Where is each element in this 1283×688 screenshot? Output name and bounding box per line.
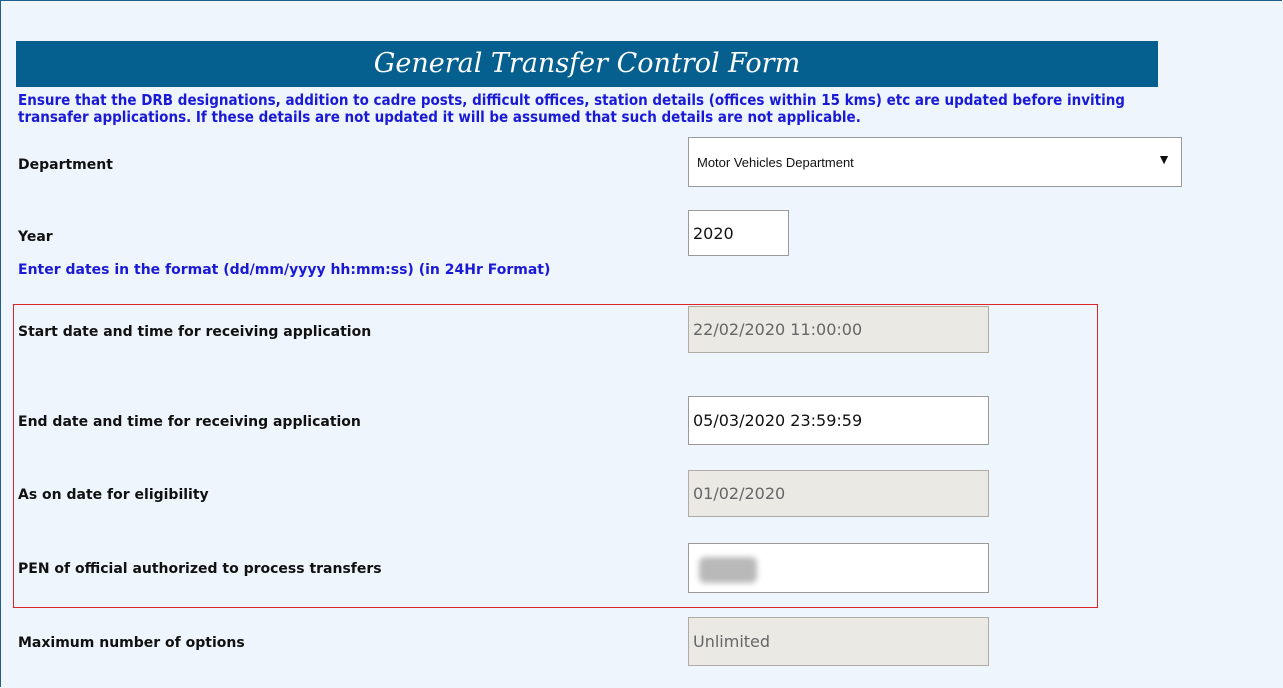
year-label: Year (18, 229, 53, 245)
end-date-label: End date and time for receiving applicat… (18, 414, 361, 430)
department-selected-value: Motor Vehicles Department (697, 155, 854, 170)
end-date-input[interactable]: 05/03/2020 23:59:59 (688, 396, 989, 445)
max-options-input: Unlimited (688, 617, 989, 666)
as-on-date-value: 01/02/2020 (693, 484, 786, 503)
start-date-input: 22/02/2020 11:00:00 (688, 306, 989, 353)
as-on-date-label: As on date for eligibility (18, 487, 209, 503)
department-select[interactable]: Motor Vehicles Department ▼ (688, 137, 1182, 187)
date-format-hint: Enter dates in the format (dd/mm/yyyy hh… (18, 262, 551, 278)
year-input[interactable]: 2020 (688, 210, 789, 256)
redacted-pen-blur (699, 557, 757, 583)
department-label: Department (18, 157, 113, 173)
end-date-value: 05/03/2020 23:59:59 (693, 411, 863, 430)
max-options-label: Maximum number of options (18, 635, 245, 651)
pen-label: PEN of official authorized to process tr… (18, 561, 382, 577)
chevron-down-icon: ▼ (1157, 151, 1171, 167)
as-on-date-input: 01/02/2020 (688, 470, 989, 517)
max-options-value: Unlimited (693, 632, 771, 651)
form-title: General Transfer Control Form (16, 41, 1158, 87)
notice-text: Ensure that the DRB designations, additi… (18, 91, 1125, 126)
year-value: 2020 (693, 223, 734, 243)
start-date-label: Start date and time for receiving applic… (18, 324, 372, 340)
start-date-value: 22/02/2020 11:00:00 (693, 320, 863, 339)
